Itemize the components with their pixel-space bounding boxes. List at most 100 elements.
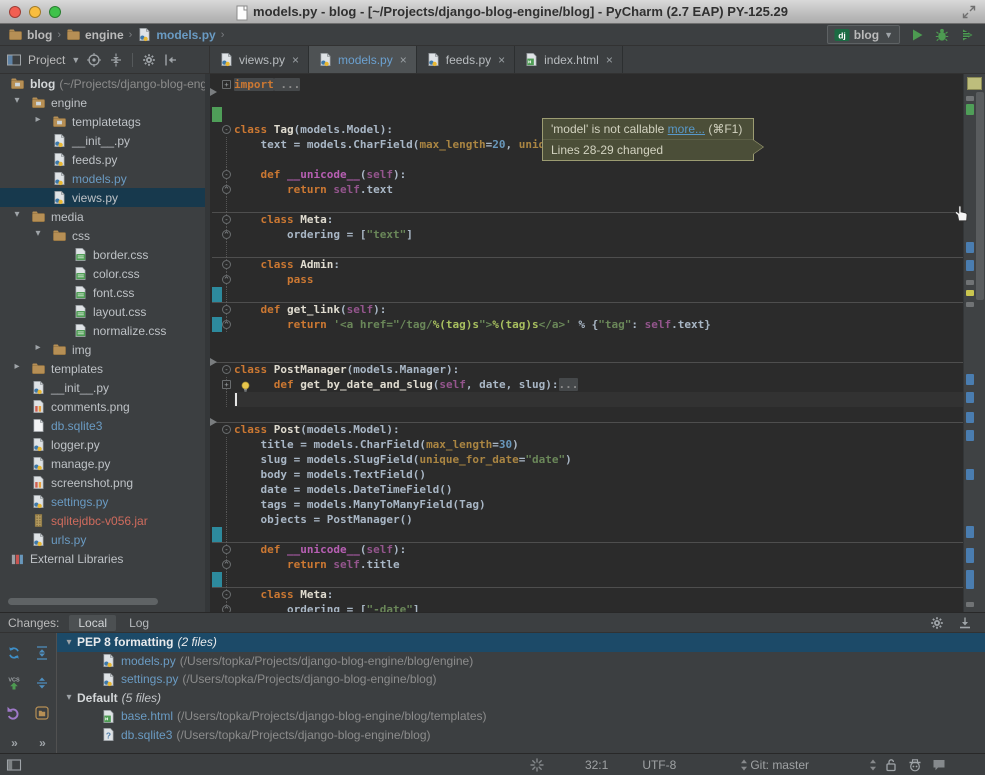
code-text[interactable] xyxy=(234,287,963,302)
more-actions-chevron[interactable]: » xyxy=(39,736,45,750)
code-text[interactable]: def __unicode__(self): xyxy=(234,542,963,557)
fold-marker-icon[interactable]: - xyxy=(222,365,231,374)
tree-item-templates[interactable]: ▸templates xyxy=(0,359,205,378)
code-text[interactable]: title = models.CharField(max_length=30) xyxy=(234,437,963,452)
stripe-mark-blue[interactable] xyxy=(966,412,974,423)
tree-item-normalize.css[interactable]: normalize.css xyxy=(0,321,205,340)
refresh-button[interactable] xyxy=(6,645,22,661)
changes-expander-icon[interactable]: ▾ xyxy=(63,692,75,703)
code-text[interactable] xyxy=(234,407,963,422)
run-button[interactable] xyxy=(909,27,925,43)
tooltip-more-link[interactable]: more... xyxy=(668,122,705,136)
code-text[interactable]: ordering = ["-date"] xyxy=(234,602,963,612)
close-window-button[interactable] xyxy=(9,6,21,18)
tab-views.py[interactable]: views.py× xyxy=(210,46,309,73)
changes-settings-gear-button[interactable] xyxy=(929,615,945,631)
tree-item-blog[interactable]: blog (~/Projects/django-blog-engine/blog… xyxy=(0,74,205,93)
stripe-mark-yellow[interactable] xyxy=(966,290,974,296)
stripe-mark-gray[interactable] xyxy=(966,602,974,607)
code-line-20[interactable]: -class PostManager(models.Manager): xyxy=(210,362,963,377)
stripe-mark-blue[interactable] xyxy=(966,260,974,271)
tree-expander-icon[interactable]: ▾ xyxy=(11,209,23,220)
code-text[interactable]: class Meta: xyxy=(234,212,963,227)
fold-marker-icon[interactable]: ^ xyxy=(222,230,231,239)
tree-expander-icon[interactable]: ▸ xyxy=(32,342,44,353)
fold-marker-icon[interactable]: - xyxy=(222,170,231,179)
fold-marker-icon[interactable]: + xyxy=(222,380,231,389)
tree-item-models.py[interactable]: models.py xyxy=(0,169,205,188)
tree-item-logger.py[interactable]: logger.py xyxy=(0,435,205,454)
code-line-29[interactable]: tags = models.ManyToManyField(Tag) xyxy=(210,497,963,512)
breadcrumb-item-engine[interactable]: engine xyxy=(66,27,124,42)
tree-item-color.css[interactable]: color.css xyxy=(0,264,205,283)
code-line-19[interactable] xyxy=(210,347,963,362)
code-line-16[interactable]: - def get_link(self): xyxy=(210,302,963,317)
tree-item-engine[interactable]: ▾engine xyxy=(0,93,205,112)
stripe-mark-blue[interactable] xyxy=(966,526,974,538)
vcs-change-marker[interactable] xyxy=(212,572,222,587)
code-line-35[interactable]: - class Meta: xyxy=(210,587,963,602)
vcs-change-marker[interactable] xyxy=(212,287,222,302)
code-text[interactable] xyxy=(234,92,963,107)
code-line-18[interactable] xyxy=(210,332,963,347)
code-line-33[interactable]: ^ return self.title xyxy=(210,557,963,572)
caret-position[interactable]: 32:1 xyxy=(585,758,608,772)
tree-expander-icon[interactable]: ▸ xyxy=(11,361,23,372)
fold-marker-icon[interactable]: - xyxy=(222,260,231,269)
editor-scrollbar-thumb[interactable] xyxy=(976,92,984,300)
code-line-23[interactable] xyxy=(210,407,963,422)
code-line-31[interactable] xyxy=(210,527,963,542)
tree-item-img[interactable]: ▸img xyxy=(0,340,205,359)
breadcrumb-item-models.py[interactable]: models.py xyxy=(137,27,215,42)
collapse-all-button[interactable] xyxy=(108,52,124,68)
code-line-28[interactable]: date = models.DateTimeField() xyxy=(210,482,963,497)
settings-gear-button[interactable] xyxy=(141,52,157,68)
code-line-25[interactable]: title = models.CharField(max_length=30) xyxy=(210,437,963,452)
fold-marker-icon[interactable]: - xyxy=(222,125,231,134)
code-line-11[interactable]: ^ ordering = ["text"] xyxy=(210,227,963,242)
stripe-mark-gray[interactable] xyxy=(966,280,974,285)
fullscreen-toggle[interactable] xyxy=(961,4,977,20)
code-text[interactable] xyxy=(234,392,963,407)
commit-button[interactable]: VCS xyxy=(6,675,22,691)
tree-item-External Libraries[interactable]: External Libraries xyxy=(0,549,205,568)
tree-item-font.css[interactable]: font.css xyxy=(0,283,205,302)
code-line-1[interactable]: +import ... xyxy=(210,77,963,92)
stripe-mark-blue[interactable] xyxy=(966,548,974,563)
minimize-panel-button[interactable] xyxy=(957,615,973,631)
code-line-26[interactable]: slug = models.SlugField(unique_for_date=… xyxy=(210,452,963,467)
code-text[interactable]: return self.title xyxy=(234,557,963,572)
stripe-mark-gray[interactable] xyxy=(966,96,974,101)
tree-expander-icon[interactable]: ▸ xyxy=(32,114,44,125)
fold-marker-icon[interactable]: - xyxy=(222,545,231,554)
tree-item-sqlitejdbc-v056.jar[interactable]: sqlitejdbc-v056.jar xyxy=(0,511,205,530)
code-line-12[interactable] xyxy=(210,242,963,257)
revert-button[interactable] xyxy=(6,705,22,721)
code-line-34[interactable] xyxy=(210,572,963,587)
code-line-17[interactable]: ^ return '<a href="/tag/%(tag)s">%(tag)s… xyxy=(210,317,963,332)
changes-row-models.py[interactable]: models.py (/Users/topka/Projects/django-… xyxy=(57,652,985,671)
tree-item-comments.png[interactable]: comments.png xyxy=(0,397,205,416)
tree-item-screenshot.png[interactable]: screenshot.png xyxy=(0,473,205,492)
changes-expander-icon[interactable]: ▾ xyxy=(63,637,75,648)
tree-item-manage.py[interactable]: manage.py xyxy=(0,454,205,473)
code-line-9[interactable] xyxy=(210,197,963,212)
fold-marker-icon[interactable]: ^ xyxy=(222,605,231,612)
more-actions-chevron[interactable]: » xyxy=(11,736,17,750)
code-line-21[interactable]: + def get_by_date_and_slug(self, date, s… xyxy=(210,377,963,392)
fold-marker-icon[interactable]: ^ xyxy=(222,275,231,284)
code-text[interactable] xyxy=(234,527,963,542)
code-line-15[interactable] xyxy=(210,287,963,302)
code-line-22[interactable] xyxy=(210,392,963,407)
intention-bulb[interactable] xyxy=(239,378,252,391)
tree-item-__init__.py[interactable]: __init__.py xyxy=(0,378,205,397)
stripe-mark-blue[interactable] xyxy=(966,392,974,403)
fold-marker-icon[interactable]: - xyxy=(222,425,231,434)
changes-row-PEP 8 formatting[interactable]: ▾PEP 8 formatting (2 files) xyxy=(57,633,985,652)
code-text[interactable]: tags = models.ManyToManyField(Tag) xyxy=(234,497,963,512)
close-tab-icon[interactable]: × xyxy=(498,53,505,67)
code-text[interactable]: return '<a href="/tag/%(tag)s">%(tag)s</… xyxy=(234,317,963,332)
tree-expander-icon[interactable]: ▾ xyxy=(11,95,23,106)
fold-marker-icon[interactable]: ^ xyxy=(222,560,231,569)
tree-item-urls.py[interactable]: urls.py xyxy=(0,530,205,549)
